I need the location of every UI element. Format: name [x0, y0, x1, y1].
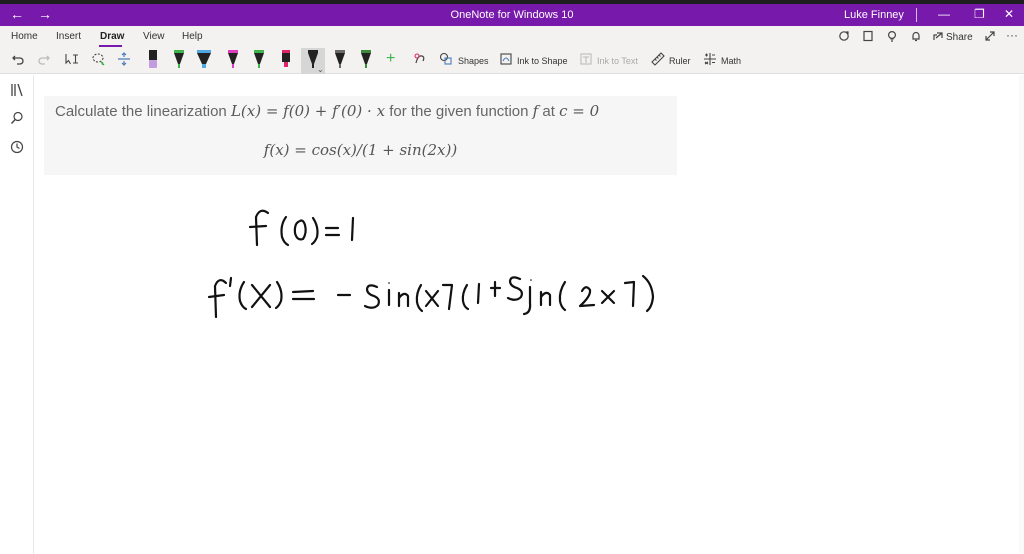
pen-green-icon[interactable] — [171, 48, 187, 72]
ruler-button[interactable]: Ruler — [669, 56, 691, 66]
user-name[interactable]: Luke Finney — [844, 9, 904, 21]
minimize-icon[interactable]: — — [938, 7, 950, 21]
page-icon[interactable] — [862, 30, 874, 45]
ruler-icon[interactable] — [651, 52, 665, 70]
pen-lavender-icon[interactable] — [145, 48, 161, 72]
question-prefix: Calculate the linearization — [55, 103, 231, 120]
tab-home[interactable]: Home — [11, 31, 38, 42]
ink-to-text-icon[interactable] — [579, 52, 593, 70]
question-at: at — [538, 103, 560, 120]
undo-icon[interactable] — [11, 52, 25, 70]
bell-icon[interactable] — [910, 30, 922, 45]
active-tab-underline — [99, 45, 122, 47]
notebooks-icon[interactable] — [10, 83, 24, 100]
pen-green-2-icon[interactable] — [251, 48, 267, 72]
tab-insert[interactable]: Insert — [56, 31, 81, 42]
ink-to-shape-button[interactable]: Ink to Shape — [517, 56, 568, 66]
restore-icon[interactable]: ❐ — [974, 7, 985, 21]
lightbulb-icon[interactable] — [886, 30, 898, 45]
recent-notes-icon[interactable] — [10, 140, 24, 157]
pen-darkgreen-icon[interactable] — [358, 48, 374, 72]
share-icon[interactable] — [932, 30, 944, 45]
pen-gray-icon[interactable] — [332, 48, 348, 72]
add-pen-icon[interactable]: + — [386, 51, 395, 67]
ink-to-text-button[interactable]: Ink to Text — [597, 56, 638, 66]
menu-bar: Home Insert Draw View Help Share ··· — [0, 26, 1024, 48]
draw-ribbon: ⌄ + Shapes Ink to Shape Ink to Text Rule… — [0, 48, 1024, 74]
math-button[interactable]: Math — [721, 56, 741, 66]
title-bar: ← → OneNote for Windows 10 Luke Finney —… — [0, 4, 1024, 26]
ink-line-2 — [207, 274, 655, 319]
add-space-icon[interactable] — [117, 52, 131, 70]
question-card[interactable]: Calculate the linearization L(x) = f(0) … — [44, 96, 677, 175]
tab-draw[interactable]: Draw — [100, 31, 124, 42]
search-icon[interactable] — [10, 111, 24, 128]
linearization-formula: L(x) = f(0) + f′(0) · x — [230, 102, 386, 120]
share-button[interactable]: Share — [946, 32, 973, 43]
type-select-icon[interactable] — [64, 52, 80, 70]
question-middle: for the given function — [385, 103, 533, 120]
left-navigation — [0, 75, 34, 554]
highlighter-blue-icon[interactable] — [196, 48, 212, 72]
pen-pink-icon[interactable] — [278, 48, 294, 72]
function-equation: f(x) = cos(x)/(1 + sin(2x)) — [263, 141, 458, 159]
title-separator — [916, 8, 917, 22]
lasso-select-icon[interactable] — [91, 52, 105, 70]
ink-to-shape-icon[interactable] — [499, 52, 513, 70]
close-icon[interactable]: ✕ — [1004, 7, 1014, 21]
pen-options-chevron-icon[interactable]: ⌄ — [317, 62, 324, 78]
ink-line-1 — [248, 209, 355, 247]
shapes-button[interactable]: Shapes — [458, 56, 489, 66]
redo-icon[interactable] — [37, 52, 51, 70]
more-options-icon[interactable]: ··· — [1006, 28, 1018, 42]
shapes-icon[interactable] — [439, 52, 453, 70]
question-text: Calculate the linearization L(x) = f(0) … — [55, 102, 599, 120]
expand-icon[interactable] — [984, 30, 996, 45]
point-value: c = 0 — [559, 102, 600, 120]
ink-replay-icon[interactable] — [413, 52, 427, 70]
tab-view[interactable]: View — [143, 31, 165, 42]
sync-icon[interactable] — [838, 30, 850, 45]
pen-magenta-icon[interactable] — [225, 48, 241, 72]
math-icon[interactable] — [703, 52, 717, 70]
handwritten-ink[interactable] — [200, 195, 670, 325]
tab-help[interactable]: Help — [182, 31, 203, 42]
canvas-scrollbar[interactable] — [1019, 75, 1024, 554]
